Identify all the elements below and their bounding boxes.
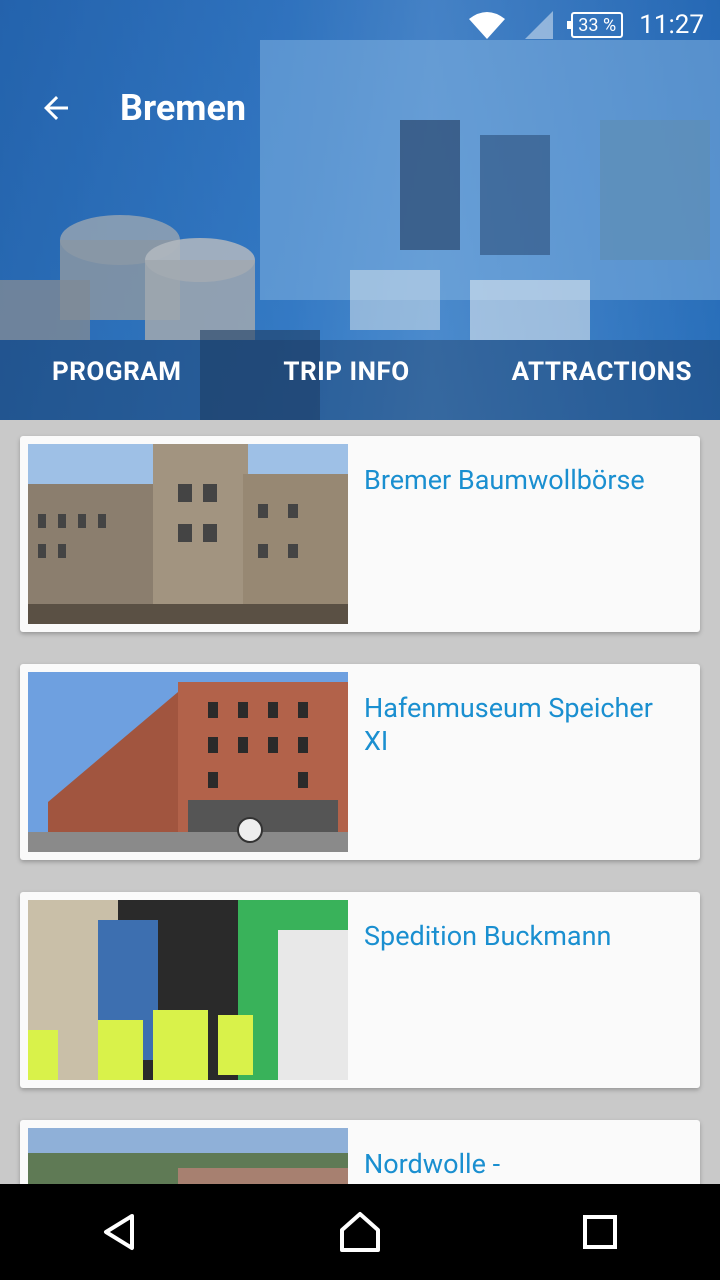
square-recents-icon	[583, 1215, 617, 1249]
toolbar: Bremen	[0, 70, 720, 146]
system-navigation-bar	[0, 1184, 720, 1280]
clock: 11:27	[639, 10, 704, 40]
attraction-thumbnail	[28, 672, 348, 852]
attraction-thumbnail	[28, 900, 348, 1080]
hero-header: 33 % 11:27 Bremen PROGRAM TRIP INFO ATTR…	[0, 0, 720, 420]
nav-back-button[interactable]	[80, 1192, 160, 1272]
attraction-card[interactable]: Hafenmuseum Speicher XI	[20, 664, 700, 860]
tab-program[interactable]: PROGRAM	[52, 357, 181, 387]
attraction-thumbnail	[28, 1128, 348, 1184]
attraction-card[interactable]: Bremer Baumwollbörse	[20, 436, 700, 632]
attraction-title: Bremer Baumwollbörse	[364, 464, 645, 496]
attraction-title: Nordwolle -	[364, 1148, 501, 1180]
home-icon	[340, 1212, 380, 1252]
nav-home-button[interactable]	[320, 1192, 400, 1272]
attraction-title: Hafenmuseum Speicher XI	[364, 692, 653, 757]
attraction-card[interactable]: Spedition Buckmann	[20, 892, 700, 1088]
arrow-back-icon	[44, 96, 68, 120]
attractions-list: Bremer Baumwollbörse Hafenmuseum Speiche…	[0, 420, 720, 1184]
tab-attractions[interactable]: ATTRACTIONS	[512, 357, 692, 387]
page-title: Bremen	[120, 87, 247, 129]
triangle-back-icon	[104, 1214, 134, 1250]
back-button[interactable]	[26, 78, 86, 138]
battery-indicator: 33 %	[567, 12, 624, 38]
status-bar: 33 % 11:27	[0, 0, 720, 50]
attraction-card[interactable]: Nordwolle -	[20, 1120, 700, 1184]
signal-icon	[523, 9, 555, 41]
tab-trip-info[interactable]: TRIP INFO	[283, 357, 409, 387]
attraction-title: Spedition Buckmann	[364, 920, 612, 952]
tab-bar: PROGRAM TRIP INFO ATTRACTIONS	[0, 340, 720, 404]
nav-recents-button[interactable]	[560, 1192, 640, 1272]
attraction-thumbnail	[28, 444, 348, 624]
wifi-icon	[467, 9, 507, 41]
